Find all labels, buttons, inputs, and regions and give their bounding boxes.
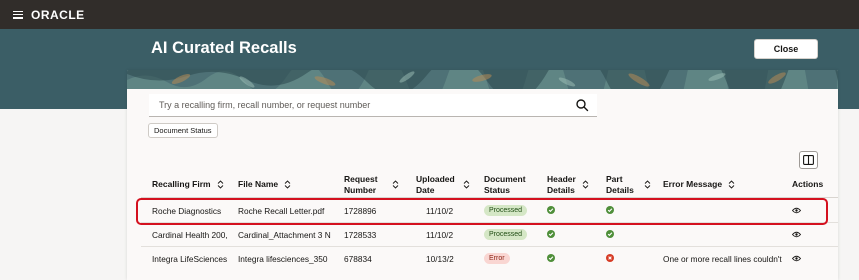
- check-icon: [606, 230, 614, 238]
- header-label: Error Message: [663, 179, 723, 189]
- status-badge: Error: [484, 253, 510, 264]
- search-field[interactable]: Try a recalling firm, recall number, or …: [149, 94, 597, 117]
- top-app-bar: ORACLE: [0, 0, 859, 29]
- page-title: AI Curated Recalls: [151, 39, 297, 57]
- close-button[interactable]: Close: [754, 39, 818, 59]
- sort-icon: [217, 180, 223, 189]
- sort-icon: [728, 180, 735, 189]
- brand-logo: ORACLE: [31, 7, 85, 22]
- header-label: Uploaded Date: [416, 174, 455, 195]
- columns-icon: [803, 155, 814, 165]
- sort-icon: [644, 180, 651, 189]
- column-header-part-details[interactable]: Part Details: [606, 174, 651, 195]
- header-label: Header Details: [547, 174, 576, 195]
- cell-uploaded-date: 10/13/2: [426, 254, 454, 264]
- header-label: Recalling Firm: [152, 179, 211, 189]
- cell-file-name: Integra lifesciences_350: [238, 254, 328, 264]
- view-icon[interactable]: [792, 231, 801, 238]
- cell-request-number: 678834: [344, 254, 372, 264]
- cell-uploaded-date: 11/10/2: [426, 230, 454, 240]
- manage-columns-button[interactable]: [799, 151, 818, 169]
- sort-icon: [392, 180, 398, 189]
- header-label: Actions: [792, 179, 824, 189]
- column-header-uploaded-date[interactable]: Uploaded Date: [416, 174, 470, 195]
- row-highlight-annotation: [136, 198, 828, 225]
- header-label: Part Details: [606, 174, 634, 195]
- column-header-recalling-firm[interactable]: Recalling Firm: [152, 179, 224, 190]
- hamburger-menu-icon[interactable]: [13, 10, 23, 19]
- sort-icon: [463, 180, 470, 189]
- check-icon: [547, 254, 555, 262]
- main-panel: Try a recalling firm, recall number, or …: [127, 70, 838, 280]
- decorative-leaf-band: [127, 70, 838, 89]
- cell-recalling-firm: Integra LifeSciences: [152, 254, 228, 264]
- sort-icon: [582, 180, 589, 189]
- document-status-filter[interactable]: Document Status: [148, 123, 218, 138]
- status-badge: Processed: [484, 229, 528, 240]
- column-header-request-number[interactable]: Request Number: [344, 174, 399, 195]
- header-label: Document Status: [484, 174, 526, 195]
- view-icon[interactable]: [792, 255, 801, 262]
- search-input[interactable]: Try a recalling firm, recall number, or …: [159, 100, 575, 110]
- column-header-error-message[interactable]: Error Message: [663, 179, 735, 190]
- search-icon[interactable]: [575, 98, 589, 112]
- cell-request-number: 1728533: [344, 230, 377, 240]
- column-header-document-status[interactable]: Document Status: [484, 174, 526, 195]
- error-icon: [606, 254, 614, 262]
- sort-icon: [284, 180, 291, 189]
- column-header-file-name[interactable]: File Name: [238, 179, 291, 190]
- cell-file-name: Cardinal_Attachment 3 N: [238, 230, 331, 240]
- column-header-actions: Actions: [792, 179, 823, 190]
- cell-error-message: One or more recall lines couldn't: [663, 254, 782, 264]
- cell-recalling-firm: Cardinal Health 200,: [152, 230, 228, 240]
- header-label: Request Number: [344, 174, 378, 195]
- check-icon: [547, 230, 555, 238]
- header-label: File Name: [238, 179, 279, 189]
- column-header-header-details[interactable]: Header Details: [547, 174, 589, 195]
